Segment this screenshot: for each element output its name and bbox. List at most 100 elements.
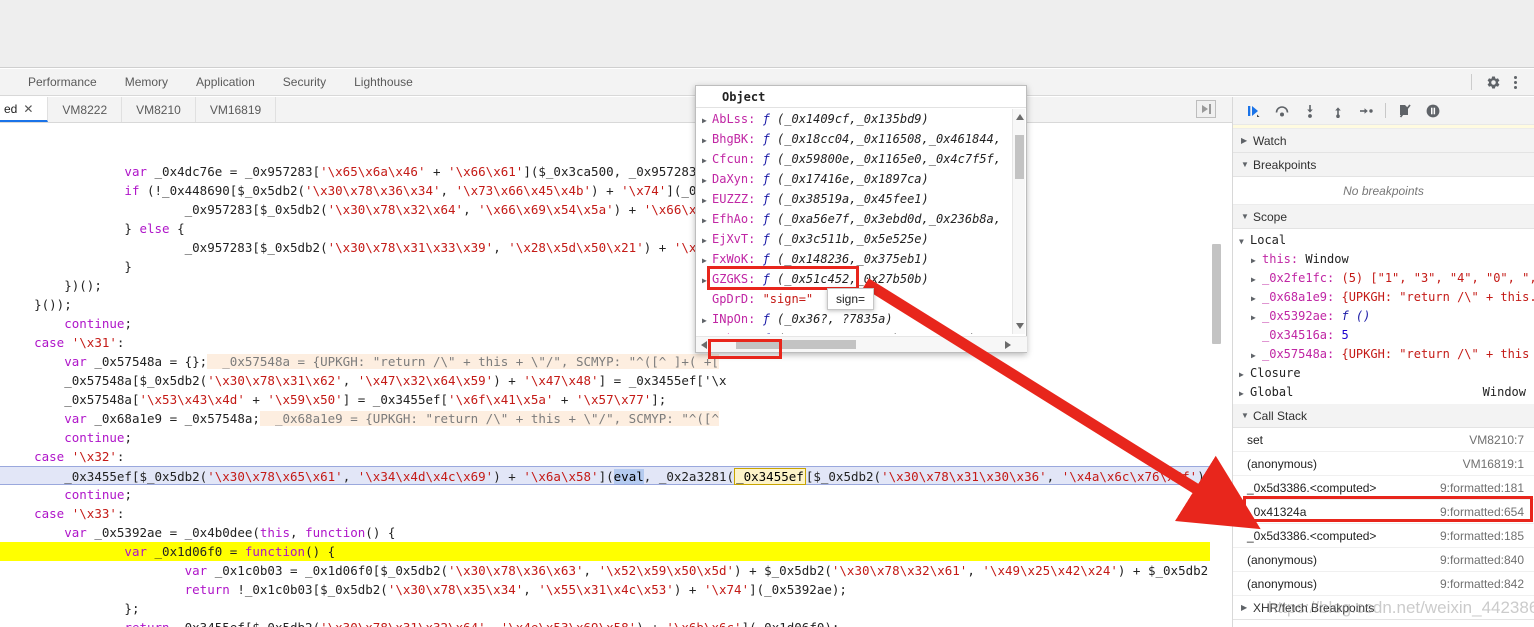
scope-variable-row[interactable]: _0x34516a: 5 [1233, 326, 1534, 345]
code-line[interactable]: _0x3455ef[$_0x5db2('\x30\x78\x65\x61', '… [0, 466, 1222, 485]
tab-performance[interactable]: Performance [14, 69, 111, 95]
object-property-row[interactable]: ▶ BhgBK: ƒ (_0x18cc04,_0x116508,_0x461844… [696, 129, 1014, 149]
chevron-right-icon[interactable]: ▶ [1251, 308, 1262, 326]
chevron-right-icon[interactable]: ▶ [702, 311, 712, 331]
object-property-row[interactable]: ▶ EUZZZ: ƒ (_0x38519a,_0x45fee1) [696, 189, 1014, 209]
code-line[interactable]: var _0x57548a = {}; _0x57548a = {UPKGH: … [0, 352, 1222, 371]
sub-tab-vm16819[interactable]: VM16819 [196, 97, 277, 122]
call-stack-frame[interactable]: set VM8210:7 [1233, 428, 1534, 452]
scrollbar-thumb[interactable] [736, 340, 856, 349]
scope-variable-row[interactable]: ▶ _0x68a1e9: {UPKGH: "return /\" + this. [1233, 288, 1534, 307]
call-stack-frame[interactable]: _0x5d3386.<computed> 9:formatted:185 [1233, 524, 1534, 548]
scrollbar-thumb[interactable] [1015, 135, 1024, 179]
chevron-right-icon[interactable]: ▶ [702, 151, 712, 171]
code-line[interactable]: var _0x5392ae = _0x4b0dee(this, function… [0, 523, 1222, 542]
sub-tab-formatted[interactable]: ed ✕ [0, 97, 49, 122]
code-line[interactable]: continue; [0, 314, 1222, 333]
code-line[interactable]: _0x957283[$_0x5db2('\x30\x78\x31\x33\x39… [0, 238, 1222, 257]
step-out-of-current-function-icon[interactable] [1329, 102, 1347, 120]
chevron-right-icon[interactable]: ▶ [702, 211, 712, 231]
more-vertical-icon[interactable] [1506, 71, 1524, 93]
sidebar-section-watch[interactable]: ▶ Watch [1233, 129, 1534, 153]
chevron-right-icon[interactable]: ▶ [702, 191, 712, 211]
chevron-right-icon[interactable]: ▶ [702, 131, 712, 151]
code-line[interactable]: return _0x3455ef[$_0x5db2('\x30\x78\x31\… [0, 618, 1222, 627]
scope-variable-list[interactable]: ▼ Local ▶ this: Window ▶ _0x2fe1fc: (5) ["1"… [1233, 229, 1534, 404]
object-property-row[interactable]: ▶ GZGKS: ƒ (_0x51c452,_0x27b50b) [696, 269, 1014, 289]
editor-vertical-scrollbar[interactable] [1210, 124, 1222, 627]
chevron-right-icon[interactable]: ▶ [1251, 346, 1262, 364]
code-line[interactable]: return !_0x1c0b03[$_0x5db2('\x30\x78\x35… [0, 580, 1222, 599]
scope-variable-row[interactable]: ▶ this: Window [1233, 250, 1534, 269]
code-line[interactable]: case '\x31': [0, 333, 1222, 352]
code-line[interactable]: if (!_0x448690[$_0x5db2('\x30\x78\x36\x3… [0, 181, 1222, 200]
code-line[interactable]: var _0x1c0b03 = _0x1d06f0[$_0x5db2('\x30… [0, 561, 1222, 580]
popup-vertical-scrollbar[interactable] [1012, 109, 1025, 334]
pause-on-exceptions-icon[interactable] [1424, 102, 1442, 120]
scrollbar-thumb[interactable] [1212, 244, 1221, 344]
object-property-row[interactable]: ▶ INpOn: ƒ (_0x36?, ?7835a) [696, 309, 1014, 329]
chevron-right-icon[interactable]: ▶ [1251, 270, 1262, 288]
source-code-editor[interactable]: var _0x4dc76e = _0x957283['\x65\x6a\x46'… [0, 124, 1222, 627]
sidebar-section-xhr-breakpoints[interactable]: ▶ XHR/fetch Breakpoints [1233, 596, 1534, 620]
sub-tab-vm8222[interactable]: VM8222 [48, 97, 123, 122]
call-stack-frame[interactable]: _0x5d3386.<computed> 9:formatted:181 [1233, 476, 1534, 500]
chevron-right-icon[interactable]: ▶ [702, 171, 712, 191]
step-over-next-function-call-icon[interactable] [1273, 102, 1291, 120]
chevron-right-icon[interactable]: ▶ [702, 271, 712, 291]
show-navigator-toggle-icon[interactable] [1196, 100, 1216, 118]
code-line[interactable]: }; [0, 599, 1222, 618]
code-line[interactable]: }()); [0, 295, 1222, 314]
tab-lighthouse[interactable]: Lighthouse [340, 69, 427, 95]
code-line[interactable]: _0x57548a['\x53\x43\x4d' + '\x59\x50'] =… [0, 390, 1222, 409]
chevron-right-icon[interactable]: ▶ [1251, 289, 1262, 307]
scroll-left-arrow-icon[interactable] [701, 341, 707, 349]
chevron-right-icon[interactable]: ▶ [702, 111, 712, 131]
close-icon[interactable]: ✕ [23, 103, 33, 115]
object-properties-popup[interactable]: Object ▶ AbLss: ƒ (_0x1409cf,_0x135bd9) ▶ B… [695, 85, 1027, 353]
scope-variable-row[interactable]: ▶ _0x57548a: {UPKGH: "return /\" + this [1233, 345, 1534, 364]
sub-tab-vm8210[interactable]: VM8210 [122, 97, 196, 122]
code-line[interactable]: _0x957283[$_0x5db2('\x30\x78\x32\x64', '… [0, 200, 1222, 219]
tab-application[interactable]: Application [182, 69, 269, 95]
sidebar-section-scope[interactable]: ▼ Scope [1233, 205, 1534, 229]
scroll-right-arrow-icon[interactable] [1005, 341, 1011, 349]
code-line[interactable]: var _0x1d06f0 = function() { [0, 542, 1222, 561]
gear-icon[interactable] [1482, 71, 1504, 93]
scroll-up-arrow-icon[interactable] [1016, 114, 1024, 120]
call-stack-list[interactable]: set VM8210:7 (anonymous) VM16819:1 _0x5d3386… [1233, 428, 1534, 596]
sidebar-section-breakpoints[interactable]: ▼ Breakpoints [1233, 153, 1534, 177]
scope-group-global[interactable]: ▶ Global Window [1233, 383, 1534, 402]
scope-variable-row[interactable]: ▶ _0x2fe1fc: (5) ["1", "3", "4", "0", ", [1233, 269, 1534, 288]
object-property-row[interactable]: ▶IQkuK: ƒ (_0xe44??,_0x243b?8,_0x228dc2, [696, 329, 1014, 334]
code-line[interactable]: continue; [0, 428, 1222, 447]
tab-memory[interactable]: Memory [111, 69, 182, 95]
step-into-next-function-call-icon[interactable] [1301, 102, 1319, 120]
scope-variable-row[interactable]: ▶ _0x5392ae: f () [1233, 307, 1534, 326]
call-stack-frame[interactable]: (anonymous) 9:formatted:842 [1233, 572, 1534, 596]
code-line[interactable]: } [0, 257, 1222, 276]
chevron-right-icon[interactable]: ▶ [702, 231, 712, 251]
object-property-row[interactable]: ▶ EfhAo: ƒ (_0xa56e7f,_0x3ebd0d,_0x236b8a… [696, 209, 1014, 229]
deactivate-breakpoints-icon[interactable] [1396, 102, 1414, 120]
code-line[interactable]: })(); [0, 276, 1222, 295]
code-line[interactable]: continue; [0, 485, 1222, 504]
popup-horizontal-scrollbar[interactable] [696, 336, 1027, 352]
chevron-right-icon[interactable]: ▶ [702, 331, 712, 334]
resume-script-execution-icon[interactable] [1245, 102, 1263, 120]
step-icon[interactable] [1357, 102, 1375, 120]
code-line[interactable]: var _0x68a1e9 = _0x57548a; _0x68a1e9 = {… [0, 409, 1222, 428]
call-stack-frame[interactable]: (anonymous) VM16819:1 [1233, 452, 1534, 476]
object-property-row[interactable]: ▶ EjXvT: ƒ (_0x3c511b,_0x5e525e) [696, 229, 1014, 249]
object-property-row[interactable]: ▶ AbLss: ƒ (_0x1409cf,_0x135bd9) [696, 109, 1014, 129]
object-property-row[interactable]: ▶ Cfcun: ƒ (_0x59800e,_0x1165e0,_0x4c7f5f… [696, 149, 1014, 169]
code-line[interactable]: _0x57548a[$_0x5db2('\x30\x78\x31\x62', '… [0, 371, 1222, 390]
scroll-down-arrow-icon[interactable] [1016, 323, 1024, 329]
chevron-right-icon[interactable]: ▶ [1251, 251, 1262, 269]
call-stack-frame[interactable]: (anonymous) 9:formatted:840 [1233, 548, 1534, 572]
code-line[interactable]: case '\x33': [0, 504, 1222, 523]
code-line[interactable]: case '\x32': [0, 447, 1222, 466]
code-line[interactable]: } else { [0, 219, 1222, 238]
sidebar-section-dom-breakpoints[interactable]: ▶ DOM Breakpoints [1233, 620, 1534, 627]
object-property-row[interactable]: ▶ FxWoK: ƒ (_0x148236,_0x375eb1) [696, 249, 1014, 269]
